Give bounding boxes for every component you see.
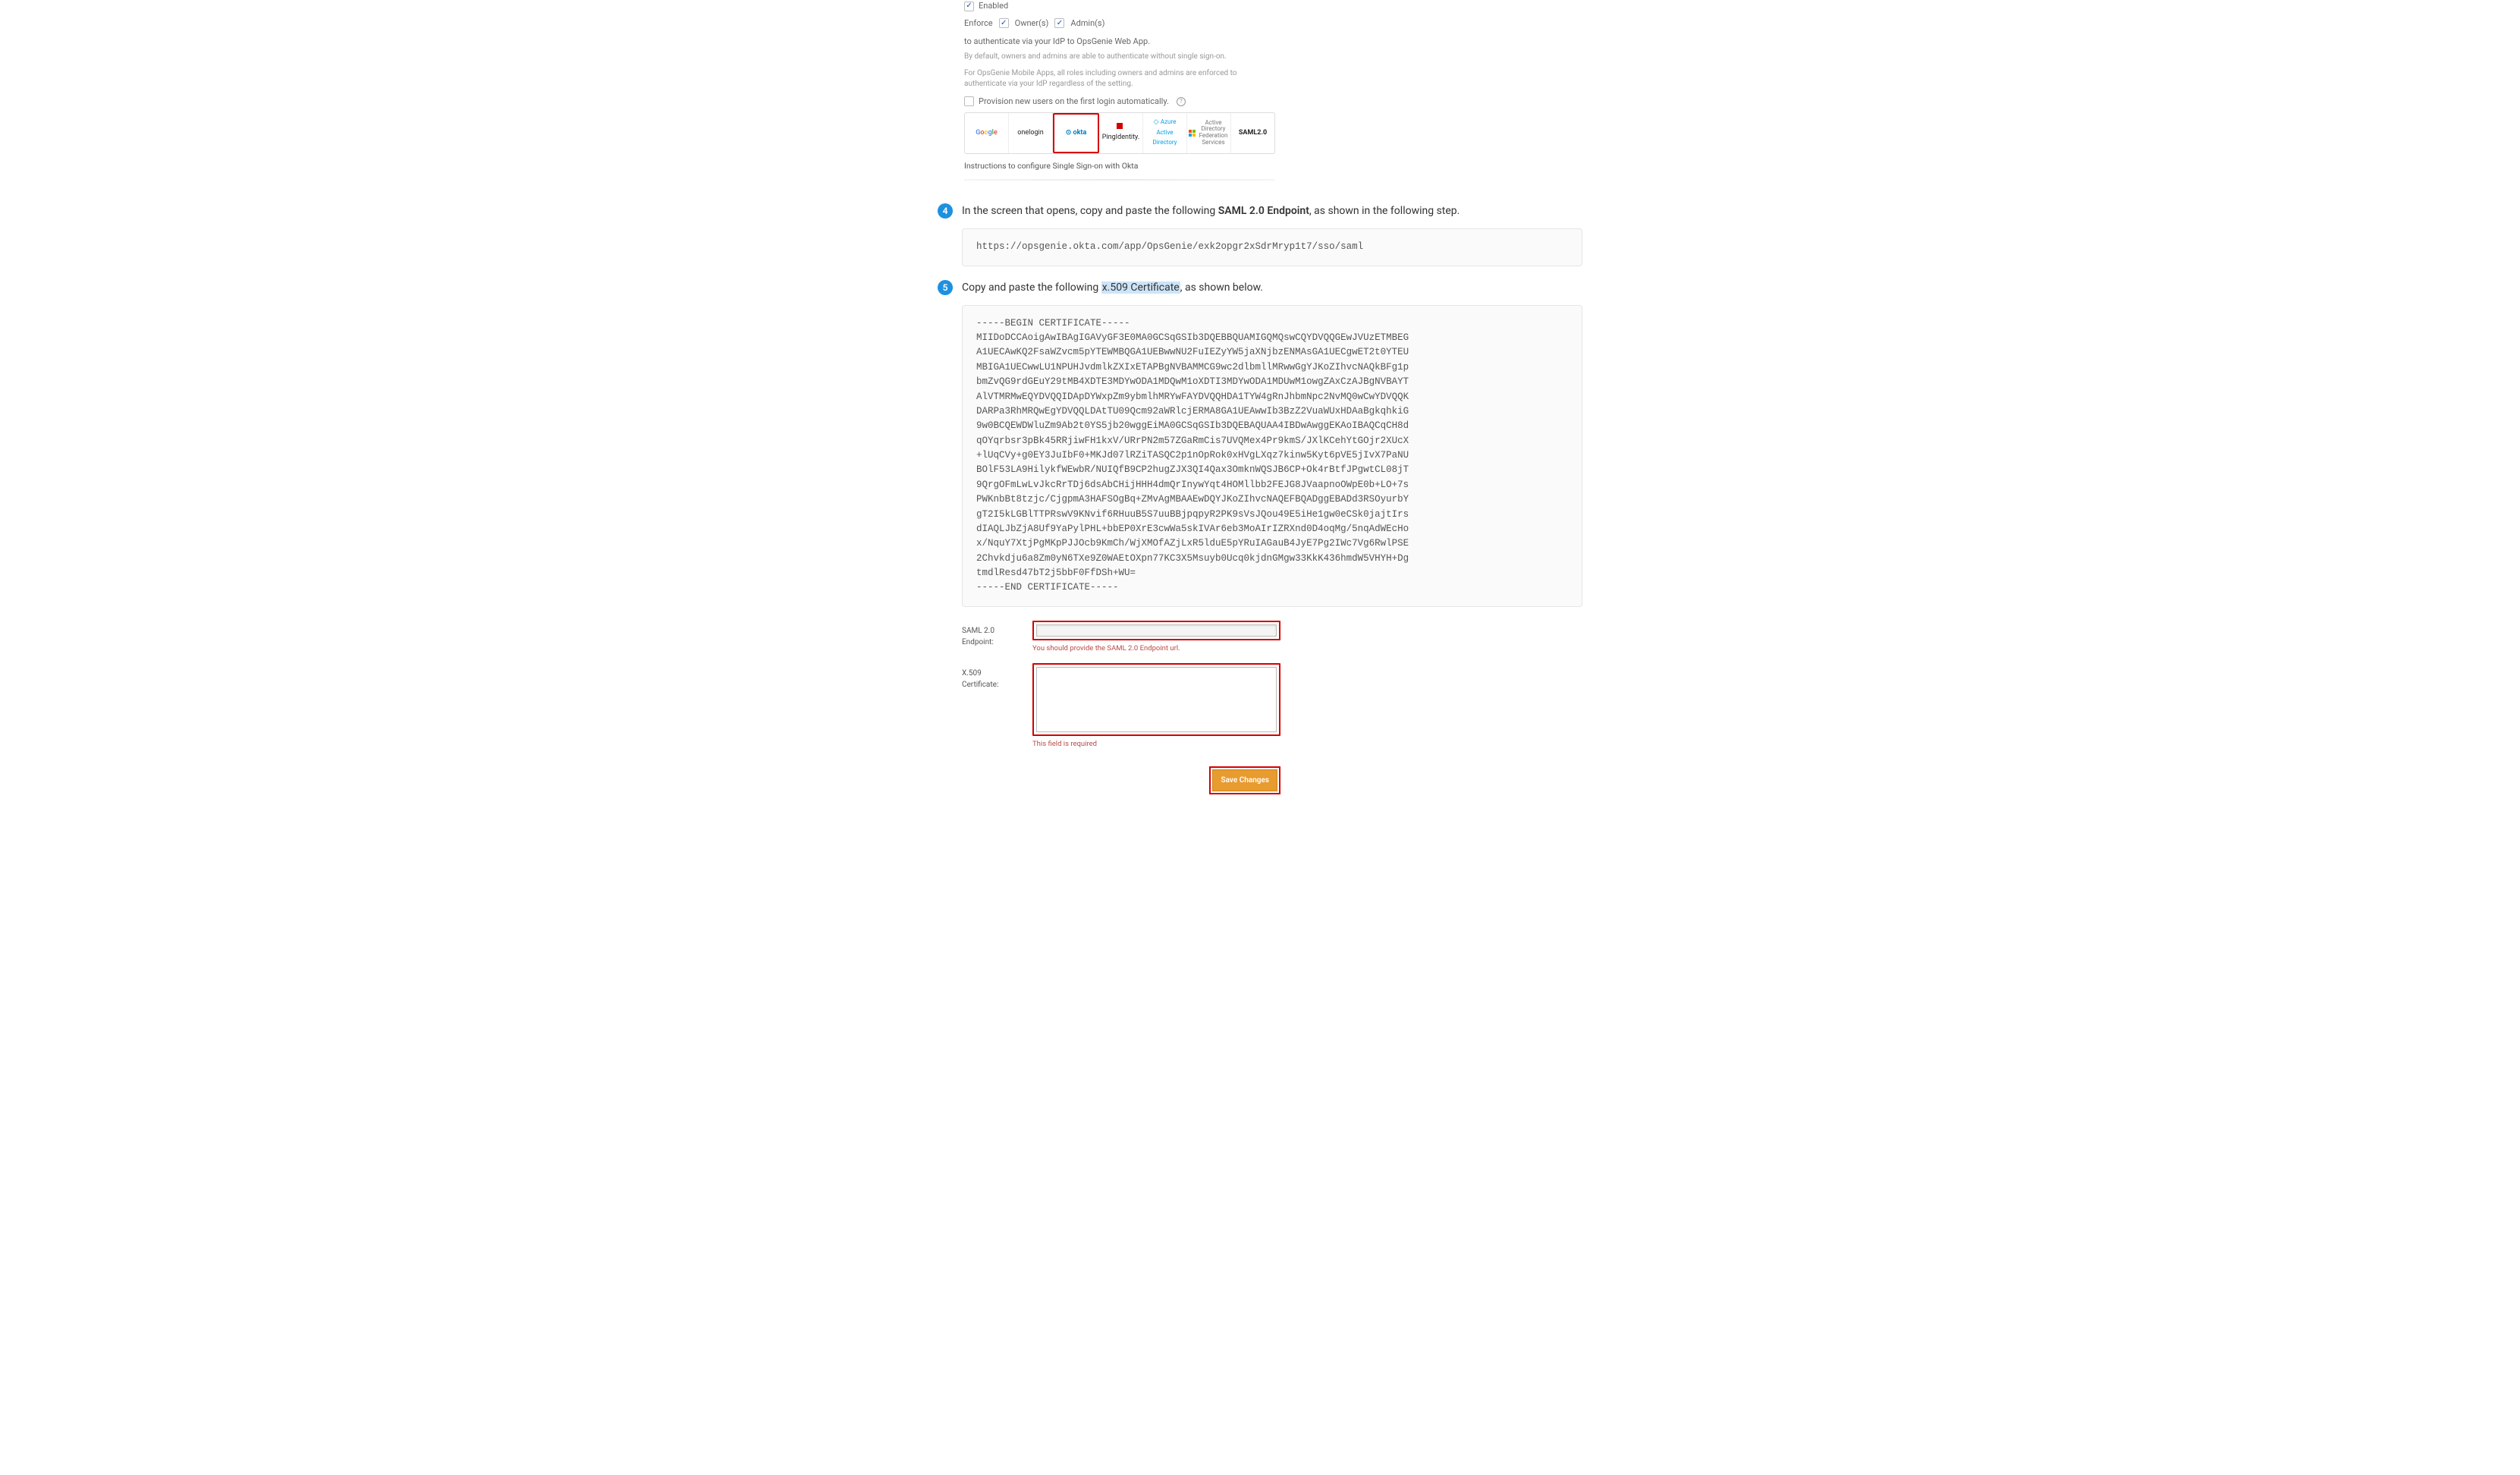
save-highlight-frame: Save Changes xyxy=(1209,766,1280,794)
save-changes-button[interactable]: Save Changes xyxy=(1212,769,1277,791)
admin-label: Admin(s) xyxy=(1070,17,1104,30)
provision-label: Provision new users on the first login a… xyxy=(979,96,1169,109)
provision-row: Provision new users on the first login a… xyxy=(964,96,1275,109)
saml-endpoint-input[interactable] xyxy=(1036,624,1277,637)
sso-settings-panel: Enabled Enforce Owner(s) Admin(s) to aut… xyxy=(964,0,1275,181)
saml-form-panel: SAML 2.0 Endpoint: You should provide th… xyxy=(962,621,1280,795)
default-note-1: By default, owners and admins are able t… xyxy=(964,52,1275,62)
idp-selector: Google onelogin ⊙ okta PingIdentity. ◇ A… xyxy=(964,112,1275,154)
step-4-text: In the screen that opens, copy and paste… xyxy=(962,203,1460,219)
owner-label: Owner(s) xyxy=(1015,17,1049,30)
idp-saml[interactable]: SAML2.0 xyxy=(1231,113,1274,153)
provision-checkbox[interactable] xyxy=(964,96,974,106)
step-5-text: Copy and paste the following x.509 Certi… xyxy=(962,280,1263,296)
saml-endpoint-code[interactable]: https://opsgenie.okta.com/app/OpsGenie/e… xyxy=(962,228,1582,266)
cert-highlight-frame xyxy=(1032,663,1280,736)
idp-pingidentity[interactable]: PingIdentity. xyxy=(1099,113,1143,153)
admin-checkbox[interactable] xyxy=(1054,18,1064,28)
cert-validation-msg: This field is required xyxy=(1032,739,1280,750)
enabled-row: Enabled xyxy=(964,0,1275,13)
idp-azure[interactable]: ◇ Azure Active Directory xyxy=(1143,113,1187,153)
enforce-row: Enforce Owner(s) Admin(s) to authenticat… xyxy=(964,17,1275,49)
idp-onelogin[interactable]: onelogin xyxy=(1009,113,1053,153)
step-5-badge: 5 xyxy=(938,280,953,295)
owner-checkbox[interactable] xyxy=(999,18,1009,28)
enabled-checkbox[interactable] xyxy=(964,2,974,11)
x509-cert-textarea[interactable] xyxy=(1036,667,1277,732)
step-4: 4 In the screen that opens, copy and pas… xyxy=(938,203,1582,219)
default-note-2: For OpsGenie Mobile Apps, all roles incl… xyxy=(964,68,1275,90)
endpoint-validation-msg: You should provide the SAML 2.0 Endpoint… xyxy=(1032,643,1280,654)
endpoint-highlight-frame xyxy=(1032,621,1280,640)
idp-okta-selected[interactable]: ⊙ okta xyxy=(1053,113,1099,153)
x509-highlight: x.509 Certificate xyxy=(1101,281,1180,294)
enabled-label: Enabled xyxy=(979,0,1008,13)
saml-endpoint-bold: SAML 2.0 Endpoint xyxy=(1218,205,1309,217)
x509-certificate-code[interactable]: -----BEGIN CERTIFICATE----- MIIDoDCCAoig… xyxy=(962,305,1582,607)
enforce-label: Enforce xyxy=(964,17,993,30)
instructions-text: Instructions to configure Single Sign-on… xyxy=(964,160,1275,172)
help-icon[interactable]: ? xyxy=(1177,97,1186,106)
idp-google[interactable]: Google xyxy=(965,113,1009,153)
cert-field-label: X.509 Certificate: xyxy=(962,663,1019,750)
idp-adfs[interactable]: Active Directory Federation Services xyxy=(1187,113,1231,153)
enforce-suffix: to authenticate via your IdP to OpsGenie… xyxy=(964,36,1150,49)
step-4-badge: 4 xyxy=(938,203,953,219)
endpoint-field-label: SAML 2.0 Endpoint: xyxy=(962,621,1019,654)
step-5: 5 Copy and paste the following x.509 Cer… xyxy=(938,280,1582,296)
